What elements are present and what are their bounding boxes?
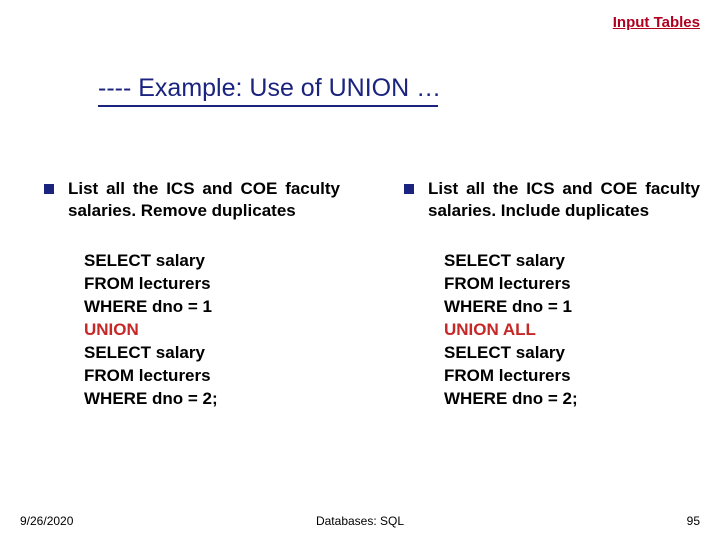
- footer-date: 9/26/2020: [20, 514, 73, 528]
- title-block: ---- Example: Use of UNION …: [98, 74, 441, 107]
- content-columns: List all the ICS and COE faculty salarie…: [0, 178, 720, 411]
- title-underline: [98, 105, 438, 107]
- slide: Input Tables ---- Example: Use of UNION …: [0, 0, 720, 540]
- input-tables-link[interactable]: Input Tables: [613, 14, 700, 31]
- footer: 9/26/2020 Databases: SQL 95: [0, 514, 720, 528]
- left-bullet-row: List all the ICS and COE faculty salarie…: [44, 178, 340, 222]
- right-bullet-row: List all the ICS and COE faculty salarie…: [404, 178, 700, 222]
- right-sql-block: SELECT salary FROM lecturers WHERE dno =…: [444, 250, 700, 411]
- sql-line: WHERE dno = 2;: [444, 388, 700, 411]
- sql-line: SELECT salary: [444, 342, 700, 365]
- sql-line: FROM lecturers: [84, 365, 340, 388]
- sql-line: WHERE dno = 1: [444, 296, 700, 319]
- slide-title: ---- Example: Use of UNION …: [98, 74, 441, 103]
- left-column: List all the ICS and COE faculty salarie…: [0, 178, 360, 411]
- sql-line: WHERE dno = 2;: [84, 388, 340, 411]
- square-bullet-icon: [44, 184, 54, 194]
- sql-line: FROM lecturers: [444, 365, 700, 388]
- sql-line: SELECT salary: [84, 342, 340, 365]
- sql-line: SELECT salary: [444, 250, 700, 273]
- footer-page-number: 95: [687, 514, 700, 528]
- square-bullet-icon: [404, 184, 414, 194]
- left-heading: List all the ICS and COE faculty salarie…: [68, 178, 340, 222]
- sql-line: FROM lecturers: [444, 273, 700, 296]
- right-heading: List all the ICS and COE faculty salarie…: [428, 178, 700, 222]
- footer-center: Databases: SQL: [316, 514, 404, 528]
- sql-keyword: UNION ALL: [444, 319, 700, 342]
- sql-line: WHERE dno = 1: [84, 296, 340, 319]
- sql-line: FROM lecturers: [84, 273, 340, 296]
- right-column: List all the ICS and COE faculty salarie…: [360, 178, 720, 411]
- left-sql-block: SELECT salary FROM lecturers WHERE dno =…: [84, 250, 340, 411]
- sql-line: SELECT salary: [84, 250, 340, 273]
- sql-keyword: UNION: [84, 319, 340, 342]
